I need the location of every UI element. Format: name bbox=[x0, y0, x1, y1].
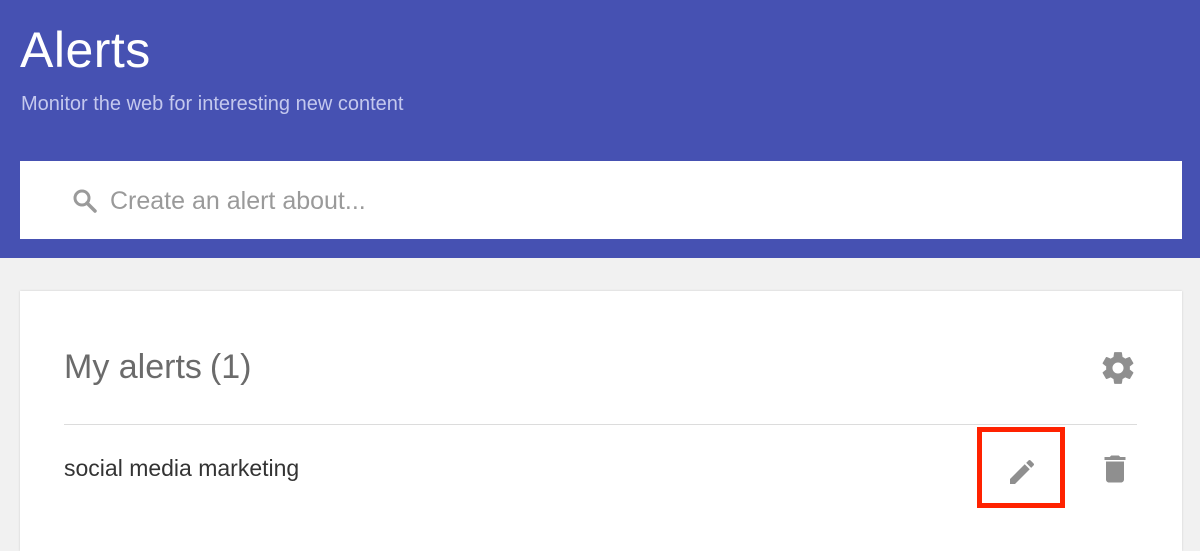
trash-icon[interactable] bbox=[1097, 451, 1133, 487]
search-bar[interactable] bbox=[20, 161, 1182, 239]
app-header: Alerts Monitor the web for interesting n… bbox=[0, 0, 1200, 258]
gear-icon[interactable] bbox=[1099, 349, 1137, 387]
pencil-icon bbox=[1010, 459, 1035, 484]
alert-list-item: social media marketing bbox=[64, 425, 1137, 509]
my-alerts-heading: My alerts (1) bbox=[64, 347, 251, 387]
my-alerts-card: My alerts (1) social media marketing bbox=[20, 291, 1182, 551]
alert-label[interactable]: social media marketing bbox=[64, 453, 299, 483]
search-icon bbox=[73, 189, 97, 213]
edit-alert-button[interactable] bbox=[977, 427, 1065, 508]
alerts-count: (1) bbox=[209, 348, 252, 386]
page-subtitle: Monitor the web for interesting new cont… bbox=[21, 93, 404, 115]
my-alerts-title: My alerts bbox=[64, 348, 202, 386]
page-title: Alerts bbox=[20, 22, 151, 78]
search-input[interactable] bbox=[110, 181, 1150, 221]
